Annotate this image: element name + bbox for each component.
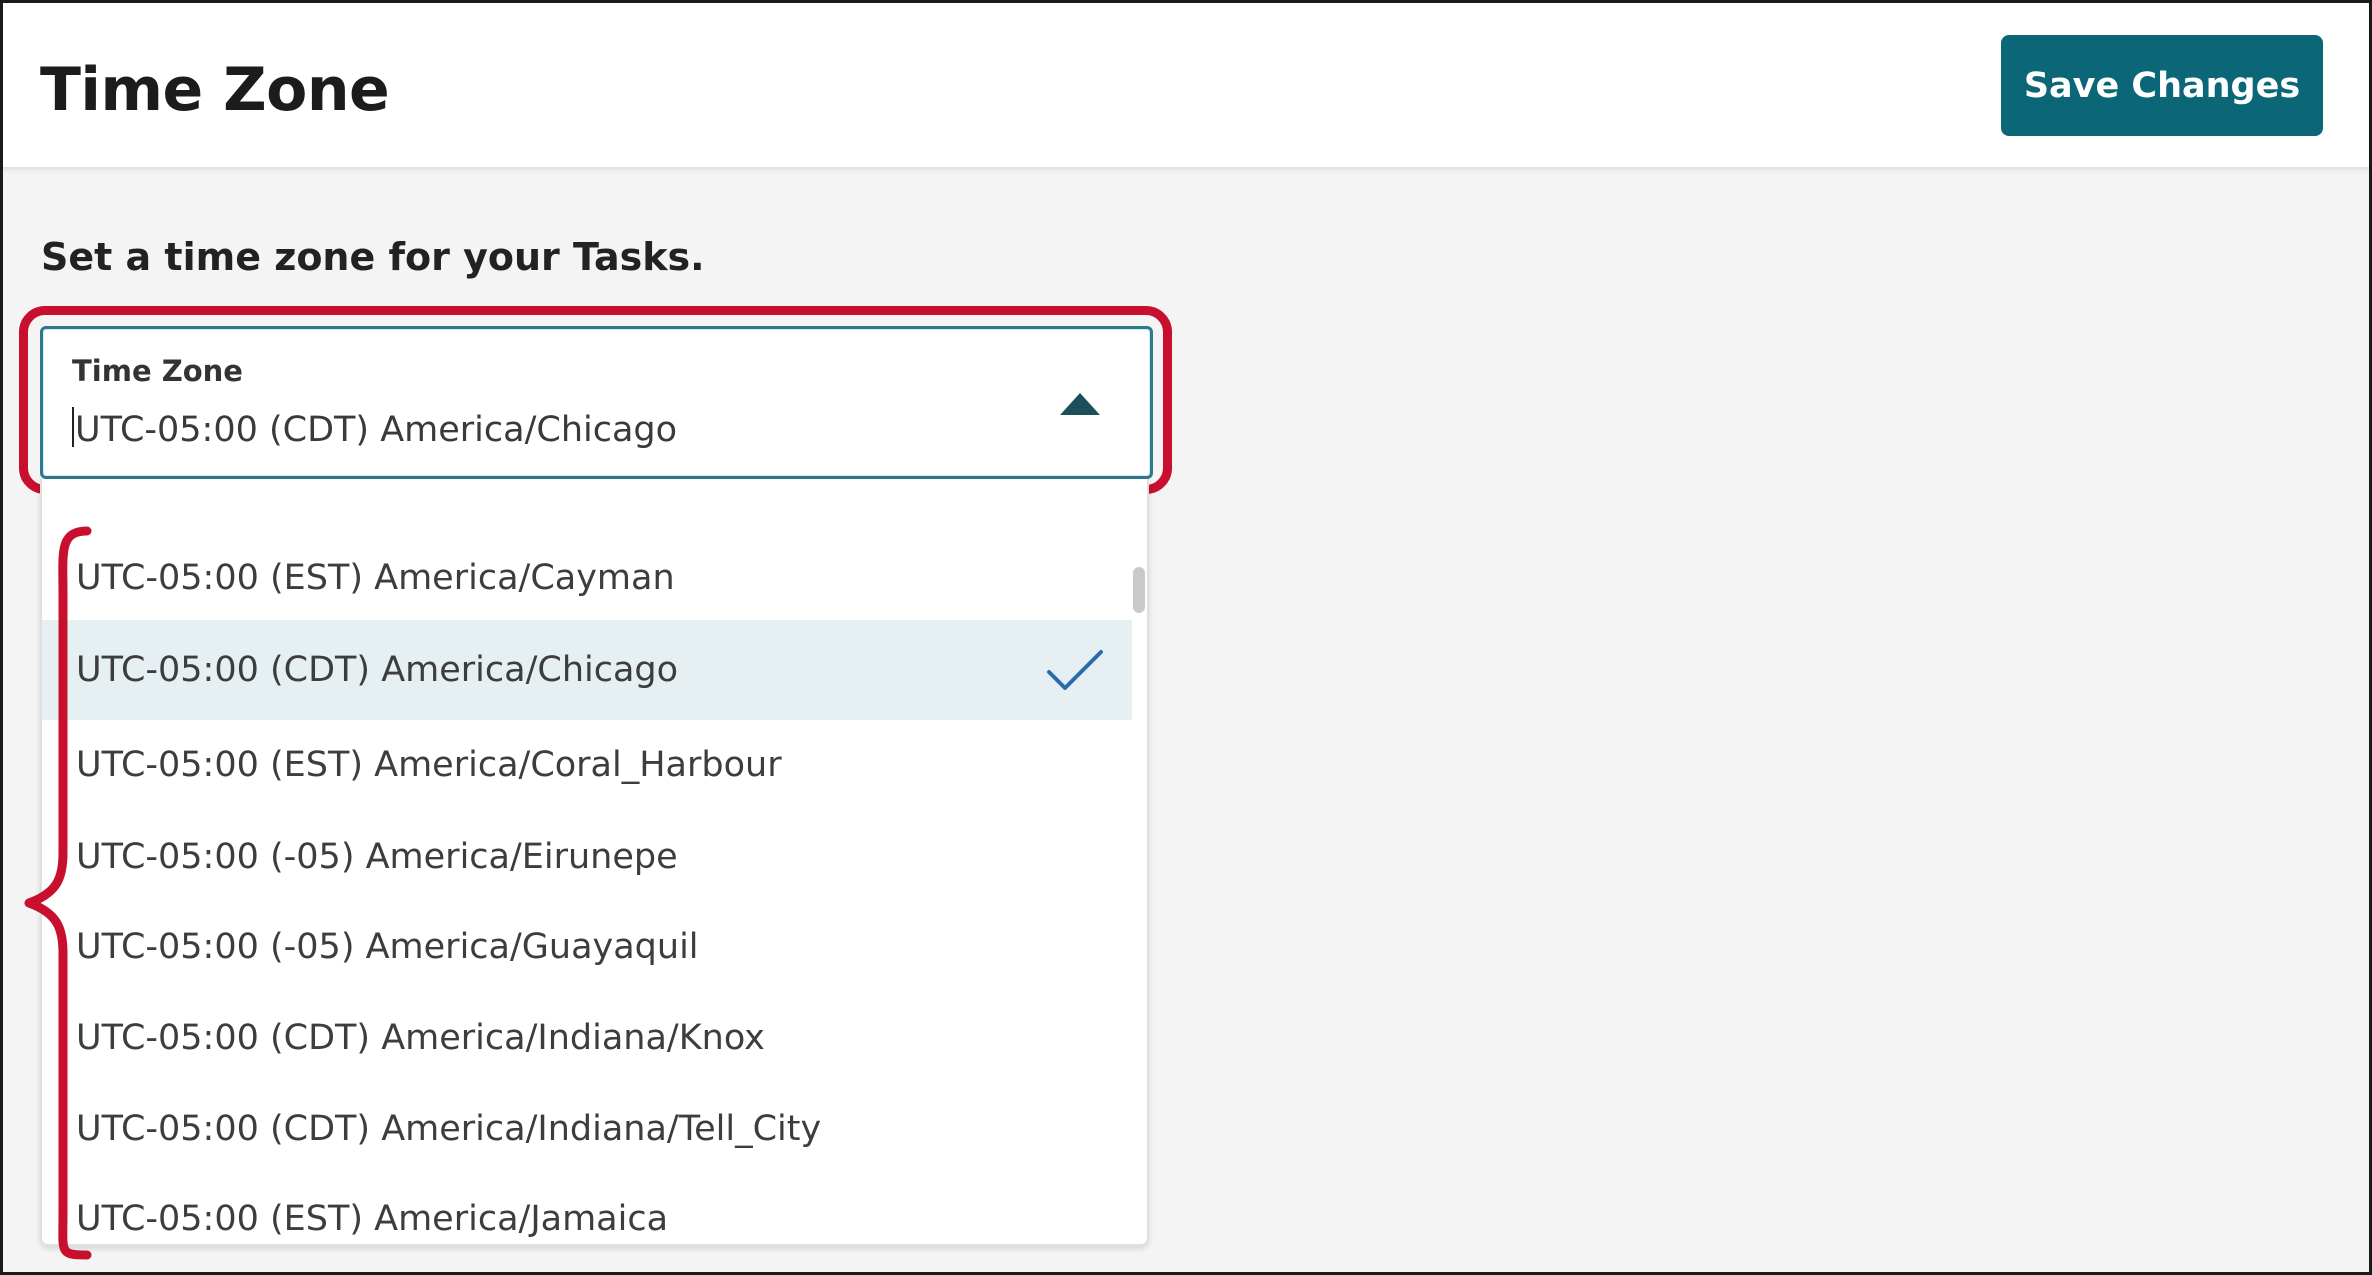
- dropdown-option[interactable]: UTC-05:00 (-05) America/Eirunepe: [42, 807, 1132, 907]
- curly-brace-annotation-icon: [24, 526, 92, 1260]
- dropdown-scrollbar-thumb[interactable]: [1133, 567, 1145, 613]
- dropdown-option-label: UTC-05:00 (CDT) America/Chicago: [76, 650, 679, 690]
- dropdown-option-selected[interactable]: UTC-05:00 (CDT) America/Chicago: [42, 620, 1132, 720]
- dropdown-option[interactable]: UTC-05:00 (EST) America/Cayman: [42, 528, 1132, 628]
- save-changes-button[interactable]: Save Changes: [2001, 35, 2323, 136]
- page-header: Time Zone Save Changes: [3, 3, 2369, 169]
- dropdown-option[interactable]: UTC-05:00 (CDT) America/Indiana/Knox: [42, 988, 1132, 1088]
- app-window: Time Zone Save Changes Set a time zone f…: [0, 0, 2372, 1275]
- dropdown-option-label: UTC-05:00 (EST) America/Cayman: [76, 558, 675, 598]
- dropdown-option[interactable]: UTC-05:00 (-05) America/Guayaquil: [42, 897, 1132, 997]
- timezone-dropdown-list[interactable]: UTC-05:00 (EST) America/Cayman UTC-05:00…: [40, 479, 1149, 1246]
- instruction-text: Set a time zone for your Tasks.: [41, 235, 705, 279]
- partial-option-above: [42, 479, 1132, 505]
- dropdown-option-label: UTC-05:00 (CDT) America/Indiana/Tell_Cit…: [76, 1109, 822, 1149]
- dropdown-option[interactable]: UTC-05:00 (CDT) America/Indiana/Tell_Cit…: [42, 1079, 1132, 1179]
- dropdown-option[interactable]: UTC-05:00 (EST) America/Jamaica: [42, 1169, 1132, 1244]
- dropdown-option-label: UTC-05:00 (EST) America/Jamaica: [76, 1199, 669, 1239]
- dropdown-option-label: UTC-05:00 (EST) America/Coral_Harbour: [76, 745, 782, 785]
- dropdown-option[interactable]: UTC-05:00 (EST) America/Coral_Harbour: [42, 715, 1132, 815]
- check-icon: [1047, 650, 1103, 690]
- annotation-highlight-box: [19, 306, 1172, 494]
- page-title: Time Zone: [40, 55, 390, 125]
- dropdown-option-label: UTC-05:00 (-05) America/Eirunepe: [76, 837, 678, 877]
- dropdown-option-label: UTC-05:00 (-05) America/Guayaquil: [76, 927, 699, 967]
- dropdown-option-label: UTC-05:00 (CDT) America/Indiana/Knox: [76, 1018, 765, 1058]
